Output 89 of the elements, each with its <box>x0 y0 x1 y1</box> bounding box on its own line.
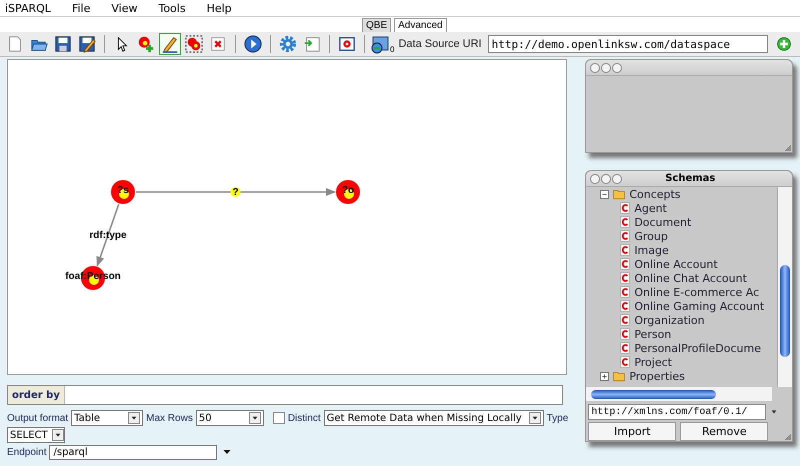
class-icon <box>619 300 632 312</box>
source-uri-field[interactable]: http://demo.openlinksw.com/dataspace <box>488 35 768 53</box>
class-icon <box>619 314 632 326</box>
tree-item[interactable]: Image <box>634 244 669 256</box>
tree-item[interactable]: Person <box>634 328 672 340</box>
new-file-icon <box>6 35 24 53</box>
output-format-select[interactable]: Table <box>71 410 144 426</box>
delete-icon <box>209 35 227 53</box>
dataset-icon <box>370 34 390 54</box>
menu-item[interactable]: Tools <box>158 2 186 14</box>
class-icon <box>619 356 632 368</box>
tree-item[interactable]: Organization <box>634 314 705 326</box>
pencil-icon <box>161 35 179 53</box>
order-by-field[interactable]: order by <box>7 385 563 405</box>
plus-icon <box>601 372 608 380</box>
add-node-icon <box>137 35 155 53</box>
option-label: Type <box>546 412 568 424</box>
menu-item[interactable]: iSPARQL <box>5 2 51 14</box>
panel-titlebar[interactable] <box>586 60 792 76</box>
schema-url-field[interactable]: http://xmlns.com/foaf/0.1/ <box>588 404 766 420</box>
tab[interactable]: QBE <box>362 18 392 32</box>
caret-icon <box>130 414 138 422</box>
menu-item[interactable]: Help <box>206 2 232 14</box>
tree-toggle[interactable] <box>600 372 610 380</box>
class-icon <box>619 230 632 242</box>
gear-button[interactable] <box>277 33 299 55</box>
resize-grip-icon[interactable] <box>783 432 792 440</box>
node-group-button[interactable] <box>183 33 205 55</box>
source-label: Data Source URI <box>398 38 482 50</box>
order-by-button[interactable]: order by <box>8 386 65 404</box>
import-icon <box>303 35 321 53</box>
class-icon <box>619 244 632 256</box>
dataset-count: 0 <box>390 45 394 54</box>
caret-icon <box>530 414 539 422</box>
tree-toggle[interactable] <box>600 190 610 198</box>
window-controls-icon[interactable] <box>590 174 622 184</box>
save-as-icon <box>78 35 96 53</box>
tree-item[interactable]: Properties <box>629 370 685 382</box>
tree-item[interactable]: Online E-commerce Ac <box>634 286 760 298</box>
tree-item[interactable]: Concepts <box>629 188 681 200</box>
schema-button[interactable]: Remove <box>680 422 768 441</box>
tree-item[interactable]: Online Account <box>634 258 718 270</box>
menu-item[interactable]: File <box>72 2 90 14</box>
dropdown-caret-icon <box>770 408 778 416</box>
caret-icon <box>250 414 259 422</box>
class-icon <box>619 258 632 270</box>
tree-item[interactable]: Project <box>634 356 672 368</box>
tree-item[interactable]: Online Chat Account <box>634 272 747 284</box>
edge-label: rdf:type <box>89 230 127 241</box>
option-label: Max Rows <box>146 412 193 424</box>
class-icon <box>619 286 632 298</box>
tree-item[interactable]: Online Gaming Account <box>634 300 764 312</box>
option-label: Distinct <box>288 412 321 424</box>
panel-title: Schemas <box>664 173 716 184</box>
tree-item[interactable]: Group <box>634 230 668 242</box>
max-rows-select[interactable]: 50 <box>196 410 264 426</box>
gear-icon <box>279 35 297 53</box>
horizontal-scrollbar[interactable] <box>586 387 772 401</box>
type-select[interactable]: SELECT <box>7 427 65 443</box>
menu-item[interactable]: View <box>111 2 138 14</box>
class-icon <box>619 216 632 228</box>
option-label: Output format <box>7 412 68 424</box>
save-icon <box>54 35 72 53</box>
remote-data-select[interactable]: Get Remote Data when Missing Locally <box>324 410 544 426</box>
clear-icon <box>338 35 356 53</box>
tree-item[interactable]: PersonalProfileDocume <box>634 342 761 354</box>
class-icon <box>619 202 632 214</box>
class-icon <box>619 342 632 354</box>
vertical-scrollbar[interactable] <box>777 187 792 387</box>
resize-grip-icon[interactable] <box>783 143 792 151</box>
add-icon[interactable] <box>776 36 792 52</box>
option-label: Endpoint <box>7 446 46 458</box>
edge-label: ? <box>232 187 239 198</box>
panel-titlebar[interactable]: Schemas <box>586 171 792 187</box>
endpoint-field[interactable]: /sparql <box>49 444 218 460</box>
window-controls-icon[interactable] <box>590 62 622 72</box>
pencil-button[interactable] <box>159 33 181 55</box>
tree-item[interactable]: Document <box>634 216 692 228</box>
distinct-checkbox[interactable] <box>272 412 285 424</box>
tree-item[interactable]: Agent <box>634 202 667 214</box>
class-icon <box>619 328 632 340</box>
play-icon <box>244 35 262 53</box>
class-icon <box>619 272 632 284</box>
play-button[interactable] <box>242 33 264 55</box>
caret-icon <box>54 431 62 439</box>
node-group-icon <box>185 35 203 53</box>
tab[interactable]: Advanced <box>394 18 447 32</box>
schema-button[interactable]: Import <box>588 422 676 441</box>
folder-icon <box>612 370 626 382</box>
